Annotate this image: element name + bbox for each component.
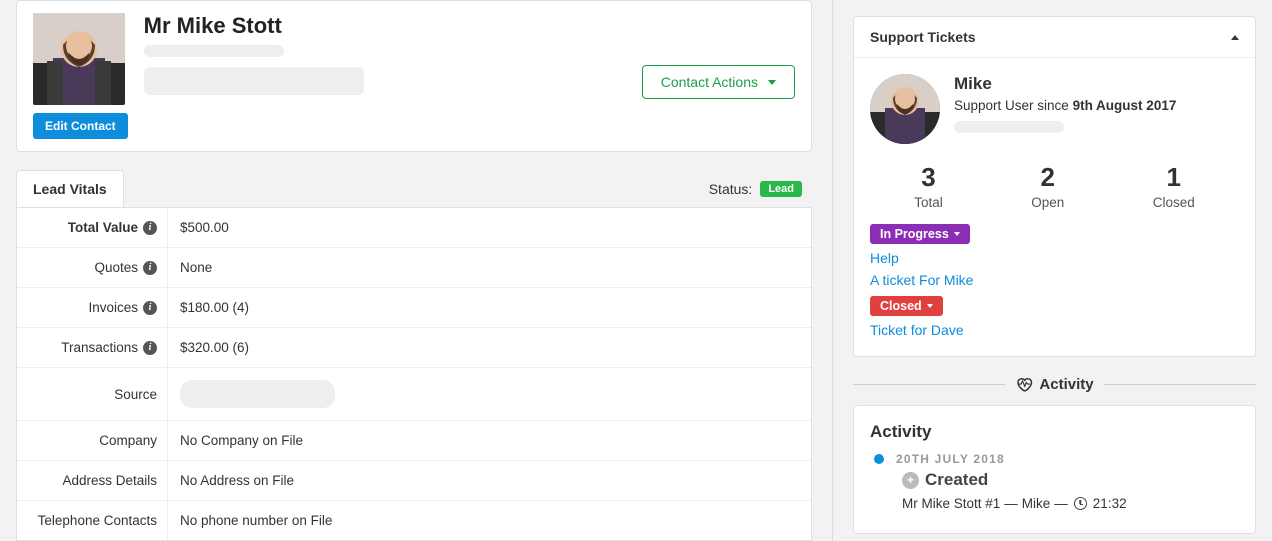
info-icon[interactable]: i [143, 341, 157, 355]
ticket-link[interactable]: Ticket for Dave [870, 322, 1239, 338]
company-label: Company [17, 421, 167, 460]
status-label: Status: [709, 181, 753, 197]
transactions-label: Transactionsi [17, 328, 167, 367]
heartbeat-icon [1015, 375, 1033, 393]
activity-divider-label: Activity [1039, 376, 1093, 393]
placeholder-subtitle [144, 45, 284, 57]
stat-total-num: 3 [914, 162, 943, 193]
address-label: Address Details [17, 461, 167, 500]
address-value: No Address on File [167, 461, 811, 500]
chevron-up-icon [1231, 35, 1239, 40]
company-value: No Company on File [167, 421, 811, 460]
contact-actions-button[interactable]: Contact Actions [642, 65, 795, 99]
edit-contact-button[interactable]: Edit Contact [33, 113, 128, 139]
closed-filter[interactable]: Closed [870, 296, 943, 316]
info-icon[interactable]: i [143, 301, 157, 315]
placeholder-field [144, 67, 364, 95]
info-icon[interactable]: i [143, 261, 157, 275]
plus-circle-icon: + [902, 472, 919, 489]
ticket-link[interactable]: A ticket For Mike [870, 272, 1239, 288]
timeline-dot-icon [874, 454, 884, 464]
support-user-name: Mike [954, 74, 1239, 94]
contact-name: Mr Mike Stott [144, 13, 626, 39]
chevron-down-icon [954, 232, 960, 236]
stat-open-num: 2 [1031, 162, 1064, 193]
activity-panel: Activity 20TH JULY 2018 + Created Mr Mik… [853, 405, 1256, 534]
invoices-label: Invoicesi [17, 288, 167, 327]
phone-value: No phone number on File [167, 501, 811, 540]
vitals-table: Total Valuei $500.00 Quotesi None Invoic… [16, 207, 812, 541]
contact-header-card: Edit Contact Mr Mike Stott Contact Actio… [16, 0, 812, 152]
total-value-label: Total Valuei [17, 208, 167, 247]
support-panel-title: Support Tickets [870, 29, 976, 45]
activity-panel-title: Activity [870, 422, 1239, 442]
tab-lead-vitals[interactable]: Lead Vitals [16, 170, 124, 207]
total-value: $500.00 [167, 208, 811, 247]
activity-divider: Activity [853, 375, 1256, 393]
chevron-down-icon [768, 80, 776, 85]
invoices-value: $180.00 (4) [167, 288, 811, 327]
in-progress-filter[interactable]: In Progress [870, 224, 970, 244]
source-value [167, 368, 811, 420]
contact-actions-label: Contact Actions [661, 74, 758, 90]
support-user-avatar [870, 74, 940, 144]
quotes-value: None [167, 248, 811, 287]
placeholder-support [954, 121, 1064, 133]
chevron-down-icon [927, 304, 933, 308]
support-panel-header[interactable]: Support Tickets [854, 17, 1255, 58]
ticket-stats: 3 Total 2 Open 1 Closed [870, 162, 1239, 210]
status-badge: Lead [760, 181, 802, 197]
timeline-meta: Mr Mike Stott #1 — Mike — 21:32 [902, 496, 1239, 511]
stat-closed-label: Closed [1153, 195, 1195, 210]
clock-icon [1074, 497, 1087, 510]
info-icon[interactable]: i [143, 221, 157, 235]
timeline-event: + Created [902, 470, 1239, 490]
phone-label: Telephone Contacts [17, 501, 167, 540]
stat-closed-num: 1 [1153, 162, 1195, 193]
support-user-since: Support User since 9th August 2017 [954, 98, 1239, 113]
timeline-date: 20TH JULY 2018 [896, 452, 1239, 466]
stat-total-label: Total [914, 195, 943, 210]
source-label: Source [17, 368, 167, 420]
transactions-value: $320.00 (6) [167, 328, 811, 367]
ticket-link[interactable]: Help [870, 250, 1239, 266]
quotes-label: Quotesi [17, 248, 167, 287]
support-tickets-panel: Support Tickets Mike Support User since … [853, 16, 1256, 357]
contact-avatar [33, 13, 125, 105]
source-placeholder [180, 380, 335, 408]
stat-open-label: Open [1031, 195, 1064, 210]
tabs-row: Lead Vitals Status: Lead [16, 170, 812, 207]
